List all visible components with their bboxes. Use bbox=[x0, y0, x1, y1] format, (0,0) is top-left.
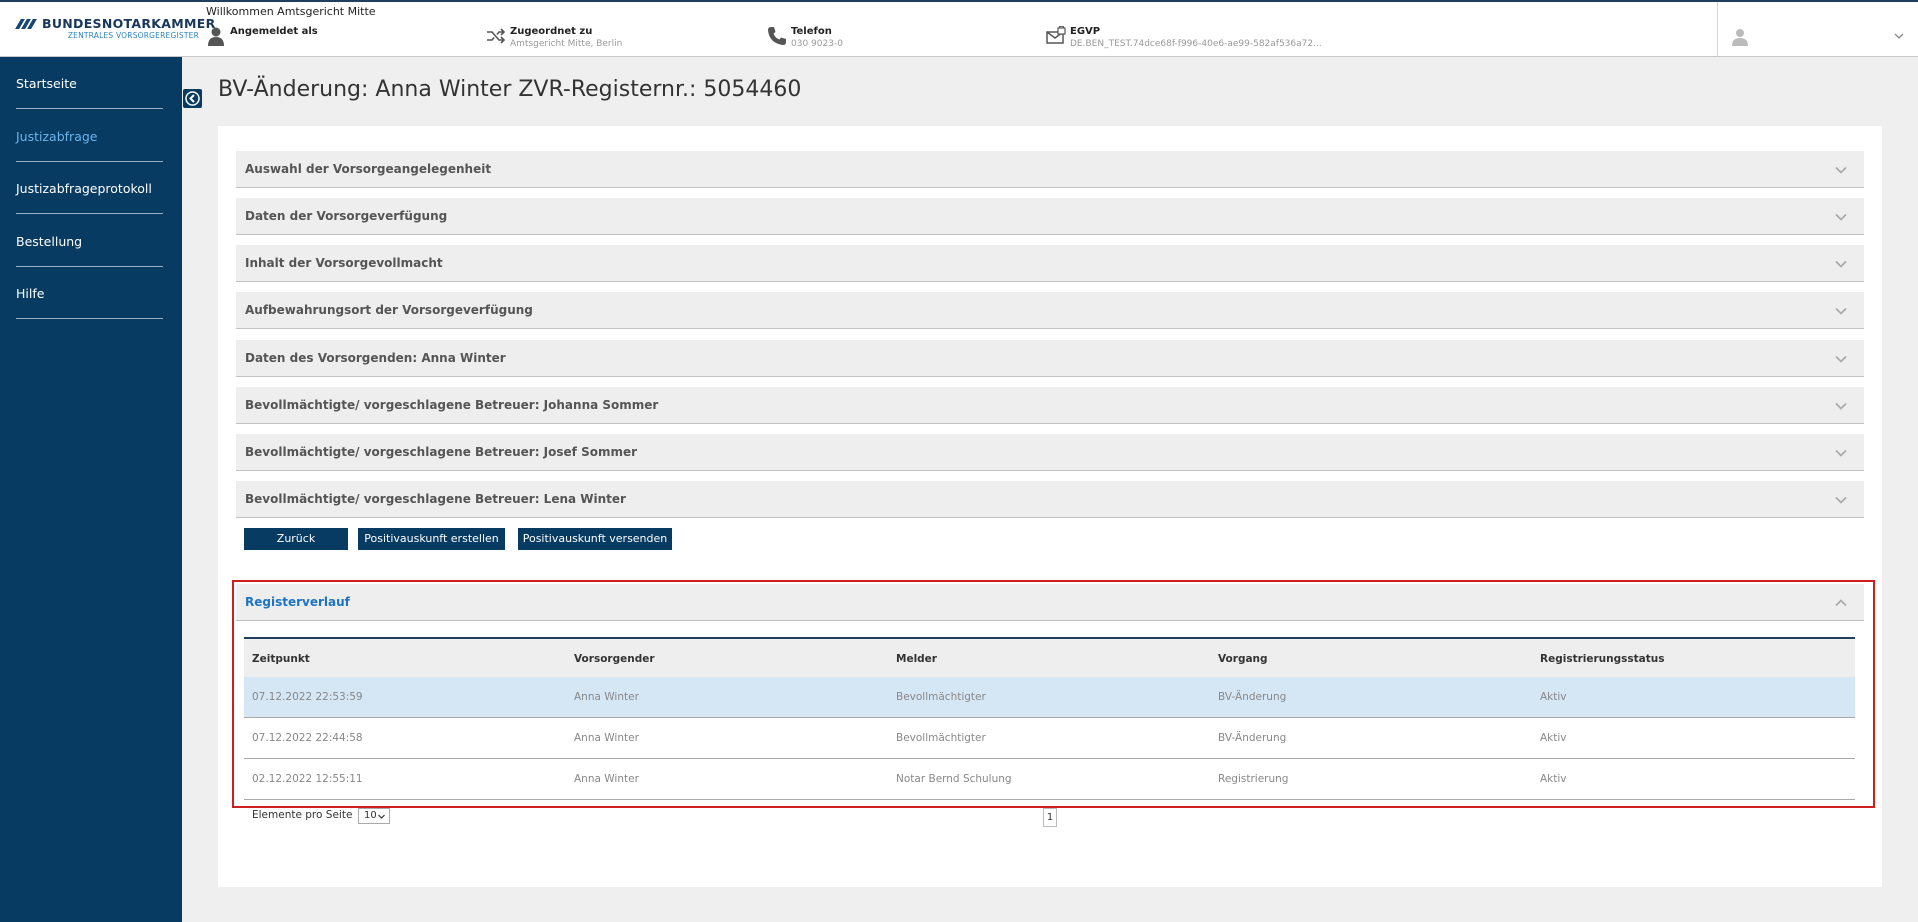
chevron-down-icon bbox=[1835, 260, 1847, 268]
cell-vorgang: BV-Änderung bbox=[1218, 732, 1287, 744]
person-icon bbox=[208, 27, 224, 46]
chevron-down-icon bbox=[1894, 33, 1904, 39]
cell-status: Aktiv bbox=[1540, 691, 1567, 703]
chevron-down-icon bbox=[1835, 307, 1847, 315]
chevron-down-icon bbox=[1835, 496, 1847, 504]
cell-vorgang: BV-Änderung bbox=[1218, 691, 1287, 703]
sidebar-item-startseite[interactable]: Startseite bbox=[16, 57, 163, 109]
accordion-label: Aufbewahrungsort der Vorsorgeverfügung bbox=[245, 303, 533, 317]
user-menu[interactable] bbox=[1717, 2, 1918, 57]
chevron-down-icon bbox=[378, 814, 385, 819]
accordion-betreuer-josef[interactable]: Bevollmächtigte/ vorgeschlagene Betreuer… bbox=[236, 434, 1864, 471]
cell-vorsorgender: Anna Winter bbox=[574, 773, 639, 785]
accordion-label: Auswahl der Vorsorgeangelegenheit bbox=[245, 162, 492, 176]
accordion-daten-vorsorgeverfuegung[interactable]: Daten der Vorsorgeverfügung bbox=[236, 198, 1864, 235]
sidebar: Startseite Justizabfrage Justizabfragepr… bbox=[0, 57, 182, 922]
chevron-down-icon bbox=[1835, 449, 1847, 457]
page-size-value: 10 bbox=[364, 810, 377, 821]
bnotk-logo: BUNDESNOTARKAMMER ZENTRALES VORSORGEREGI… bbox=[14, 16, 215, 44]
cell-vorsorgender: Anna Winter bbox=[574, 691, 639, 703]
table-row[interactable]: 07.12.2022 22:53:59 Anna Winter Bevollmä… bbox=[244, 677, 1855, 718]
chevron-up-icon bbox=[1835, 599, 1847, 607]
chevron-down-icon bbox=[1835, 166, 1847, 174]
accordion-label: Bevollmächtigte/ vorgeschlagene Betreuer… bbox=[245, 492, 626, 506]
phone-value: 030 9023-0 bbox=[791, 39, 843, 49]
welcome-text: Willkommen Amtsgericht Mitte bbox=[206, 5, 376, 18]
egvp-value: DE.BEN_TEST.74dce68f-f996-40e6-ae99-582a… bbox=[1070, 39, 1322, 49]
cell-vorgang: Registrierung bbox=[1218, 773, 1289, 785]
egvp-label: EGVP bbox=[1070, 26, 1101, 37]
sidebar-item-justizabfrage[interactable]: Justizabfrage bbox=[16, 110, 163, 162]
sidebar-item-bestellung[interactable]: Bestellung bbox=[16, 215, 163, 267]
column-header-registrierungsstatus[interactable]: Registrierungsstatus bbox=[1540, 653, 1664, 665]
accordion-label: Bevollmächtigte/ vorgeschlagene Betreuer… bbox=[245, 398, 659, 412]
sidebar-collapse-button[interactable] bbox=[183, 89, 202, 108]
phone-icon bbox=[768, 27, 786, 45]
cell-melder: Bevollmächtigter bbox=[896, 691, 986, 703]
page-number-button[interactable]: 1 bbox=[1043, 808, 1057, 827]
column-header-melder[interactable]: Melder bbox=[896, 653, 937, 665]
cell-status: Aktiv bbox=[1540, 732, 1567, 744]
accordion-aufbewahrungsort[interactable]: Aufbewahrungsort der Vorsorgeverfügung bbox=[236, 292, 1864, 329]
assigned-label: Zugeordnet zu bbox=[510, 26, 593, 37]
back-button[interactable]: Zurück bbox=[244, 528, 348, 550]
shuffle-icon bbox=[487, 28, 506, 44]
cell-status: Aktiv bbox=[1540, 773, 1567, 785]
create-positive-info-button[interactable]: Positivauskunft erstellen bbox=[358, 528, 505, 550]
logged-in-label: Angemeldet als bbox=[230, 26, 318, 37]
chevron-down-icon bbox=[1835, 213, 1847, 221]
page-title: BV-Änderung: Anna Winter ZVR-Registernr.… bbox=[218, 77, 802, 102]
cell-zeitpunkt: 02.12.2022 12:55:11 bbox=[252, 773, 363, 785]
register-history-title: Registerverlauf bbox=[245, 595, 350, 609]
accordion-vorsorgeangelegenheit[interactable]: Auswahl der Vorsorgeangelegenheit bbox=[236, 151, 1864, 188]
accordion-registerverlauf[interactable]: Registerverlauf bbox=[236, 584, 1864, 621]
secure-mail-icon bbox=[1046, 26, 1066, 44]
cell-zeitpunkt: 07.12.2022 22:53:59 bbox=[252, 691, 363, 703]
phone-label: Telefon bbox=[791, 26, 832, 37]
accordion-inhalt-vorsorgevollmacht[interactable]: Inhalt der Vorsorgevollmacht bbox=[236, 245, 1864, 282]
cell-melder: Notar Bernd Schulung bbox=[896, 773, 1012, 785]
page-size-label: Elemente pro Seite bbox=[252, 809, 353, 821]
accordion-betreuer-johanna[interactable]: Bevollmächtigte/ vorgeschlagene Betreuer… bbox=[236, 387, 1864, 424]
accordion-label: Daten des Vorsorgenden: Anna Winter bbox=[245, 351, 506, 365]
table-header: Zeitpunkt Vorsorgender Melder Vorgang Re… bbox=[244, 637, 1855, 677]
user-avatar-icon bbox=[1732, 29, 1748, 46]
column-header-zeitpunkt[interactable]: Zeitpunkt bbox=[252, 653, 310, 665]
send-positive-info-button[interactable]: Positivauskunft versenden bbox=[518, 528, 672, 550]
accordion-label: Bevollmächtigte/ vorgeschlagene Betreuer… bbox=[245, 445, 638, 459]
logo-stripes-icon bbox=[15, 19, 38, 29]
sidebar-item-hilfe[interactable]: Hilfe bbox=[16, 267, 163, 319]
cell-zeitpunkt: 07.12.2022 22:44:58 bbox=[252, 732, 363, 744]
top-header: BUNDESNOTARKAMMER ZENTRALES VORSORGEREGI… bbox=[0, 0, 1918, 57]
column-header-vorsorgender[interactable]: Vorsorgender bbox=[574, 653, 655, 665]
accordion-betreuer-lena[interactable]: Bevollmächtigte/ vorgeschlagene Betreuer… bbox=[236, 481, 1864, 518]
logo-name: BUNDESNOTARKAMMER bbox=[42, 16, 216, 31]
table-row[interactable]: 07.12.2022 22:44:58 Anna Winter Bevollmä… bbox=[244, 718, 1855, 759]
cell-melder: Bevollmächtigter bbox=[896, 732, 986, 744]
chevron-down-icon bbox=[1835, 402, 1847, 410]
sidebar-item-justizabfrageprotokoll[interactable]: Justizabfrageprotokoll bbox=[16, 162, 163, 214]
accordion-daten-vorsorgenden[interactable]: Daten des Vorsorgenden: Anna Winter bbox=[236, 340, 1864, 377]
chevron-left-circle-icon bbox=[185, 91, 200, 106]
table-row[interactable]: 02.12.2022 12:55:11 Anna Winter Notar Be… bbox=[244, 759, 1855, 800]
cell-vorsorgender: Anna Winter bbox=[574, 732, 639, 744]
logo-subtitle: ZENTRALES VORSORGEREGISTER bbox=[67, 31, 199, 40]
assigned-value: Amtsgericht Mitte, Berlin bbox=[510, 39, 623, 49]
chevron-down-icon bbox=[1835, 355, 1847, 363]
accordion-label: Daten der Vorsorgeverfügung bbox=[245, 209, 448, 223]
page-size-select[interactable]: 10 bbox=[358, 808, 390, 824]
accordion-label: Inhalt der Vorsorgevollmacht bbox=[245, 256, 443, 270]
column-header-vorgang[interactable]: Vorgang bbox=[1218, 653, 1268, 665]
